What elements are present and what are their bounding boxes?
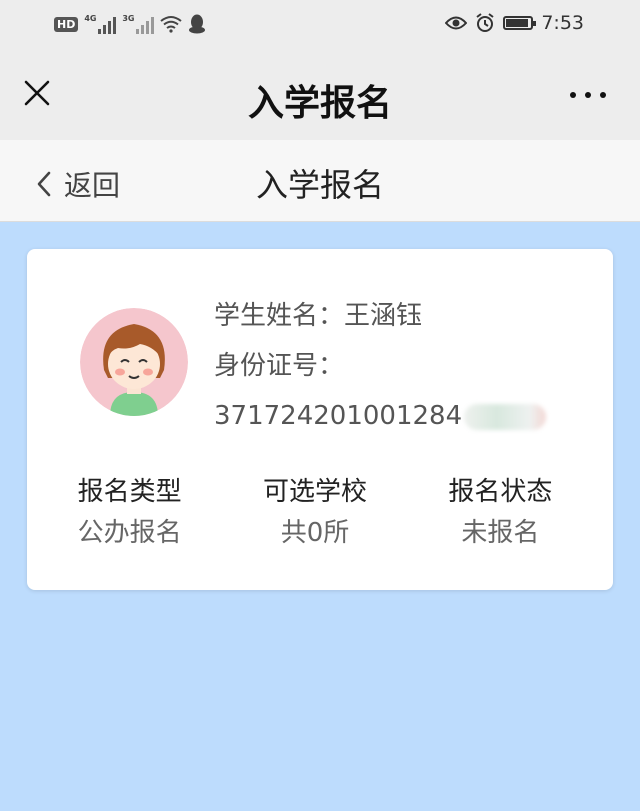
avatar bbox=[80, 308, 188, 416]
student-card: 学生姓名：王涵钰 身份证号： 371724201001284 报名类型 公办报名… bbox=[27, 249, 613, 590]
eye-icon bbox=[445, 16, 468, 30]
id-number: 371724201001284 bbox=[214, 401, 463, 431]
student-name: 王涵钰 bbox=[344, 301, 423, 331]
stat-value: 公办报名 bbox=[77, 518, 182, 548]
name-row: 学生姓名：王涵钰 bbox=[214, 291, 546, 341]
stat-label: 报名类型 bbox=[77, 477, 182, 507]
network-type-2: 3G bbox=[122, 14, 135, 23]
qq-icon bbox=[189, 14, 206, 34]
hd-icon: HD bbox=[54, 16, 79, 32]
id-label: 身份证号： bbox=[214, 351, 345, 381]
status-left: HD 4G 3G bbox=[54, 14, 206, 34]
alarm-icon bbox=[476, 13, 494, 32]
navbar: 入学报名 bbox=[0, 52, 640, 140]
network-type-1: 4G bbox=[84, 14, 97, 23]
stats-row: 报名类型 公办报名 可选学校 共0所 报名状态 未报名 bbox=[27, 473, 613, 555]
stat-available-schools[interactable]: 可选学校 共0所 bbox=[222, 473, 407, 555]
stat-value: 未报名 bbox=[461, 518, 540, 548]
redacted-mask bbox=[464, 403, 547, 430]
page-title: 入学报名 bbox=[247, 83, 392, 124]
stat-label: 可选学校 bbox=[262, 477, 367, 507]
name-label: 学生姓名： bbox=[214, 301, 345, 331]
status-time: 7:53 bbox=[541, 12, 584, 34]
wifi-icon bbox=[160, 16, 182, 33]
stat-label: 报名状态 bbox=[448, 477, 553, 507]
battery-icon bbox=[503, 16, 537, 30]
id-row: 371724201001284 bbox=[214, 391, 547, 441]
status-right: 7:53 bbox=[445, 12, 584, 34]
subheader: 返回 入学报名 bbox=[0, 140, 640, 222]
status-bar: HD 4G 3G 7:53 bbox=[0, 0, 640, 52]
stat-registration-type[interactable]: 报名类型 公办报名 bbox=[27, 473, 222, 555]
stat-registration-status[interactable]: 报名状态 未报名 bbox=[408, 473, 613, 555]
more-icon[interactable] bbox=[570, 92, 606, 98]
subheader-title: 入学报名 bbox=[255, 166, 384, 204]
signal-icon: 3G bbox=[122, 14, 155, 34]
signal-icon: 4G bbox=[84, 14, 117, 34]
stat-value: 共0所 bbox=[280, 518, 350, 548]
student-info: 学生姓名：王涵钰 身份证号： 371724201001284 bbox=[214, 291, 547, 441]
